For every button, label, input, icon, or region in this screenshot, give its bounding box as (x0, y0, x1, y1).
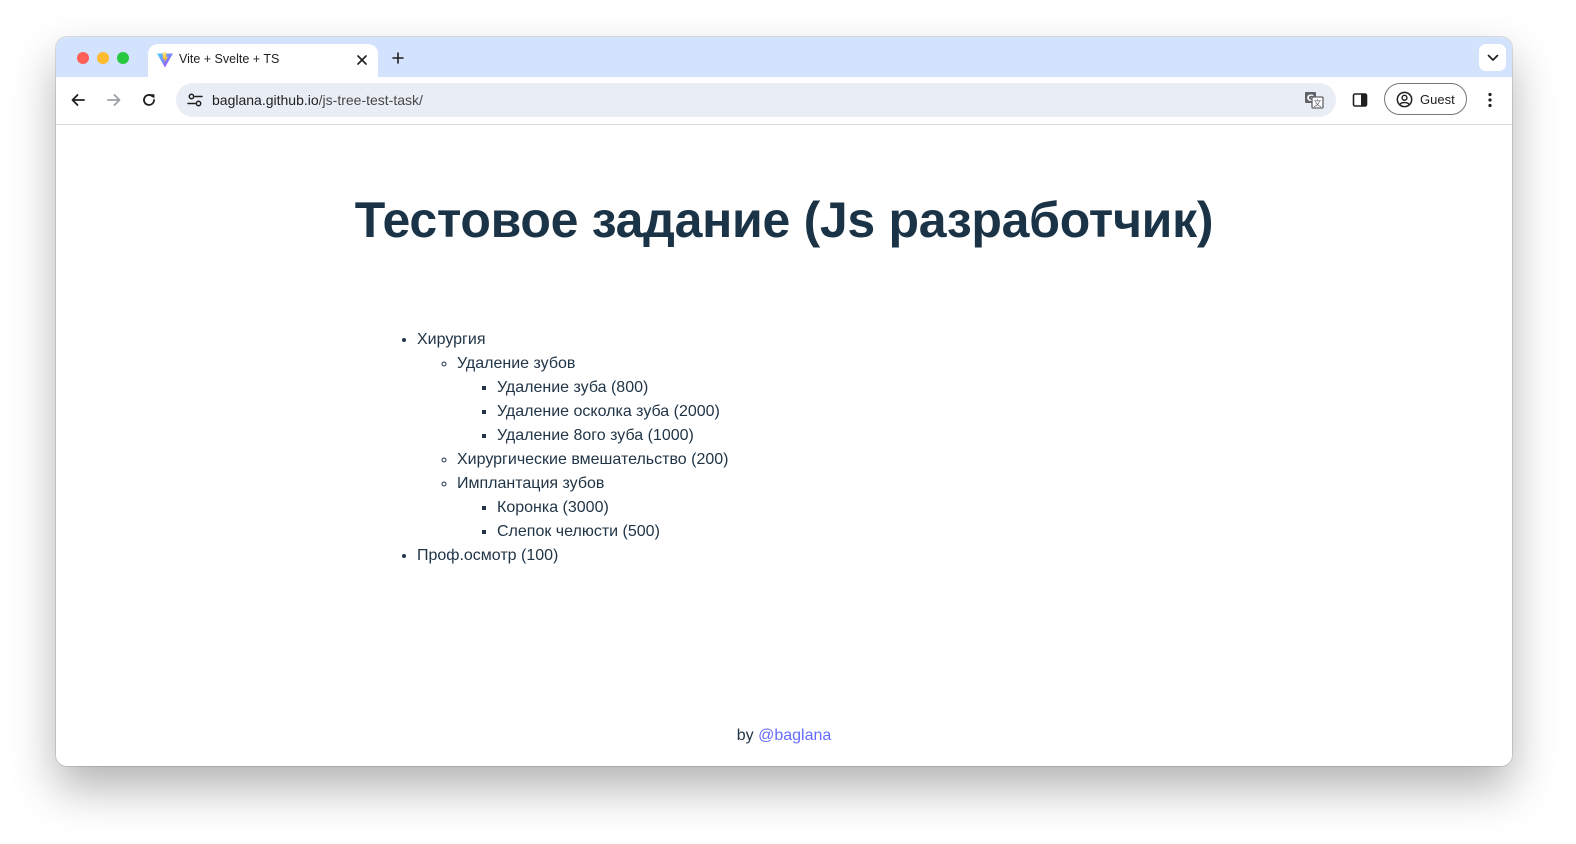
tree-item-label: Удаление осколка зуба (2000) (497, 403, 720, 420)
vite-logo-icon (157, 52, 173, 68)
kebab-menu-icon (1488, 92, 1492, 108)
window-minimize-button[interactable] (97, 52, 109, 64)
plus-icon (392, 52, 404, 64)
profile-button[interactable]: Guest (1384, 83, 1467, 115)
reload-icon (143, 94, 155, 106)
chevron-down-icon (1487, 54, 1498, 61)
back-arrow-icon (71, 94, 85, 106)
tune-icon (187, 93, 203, 107)
page-content: Тестовое задание (Js разработчик) Хирург… (56, 125, 1512, 766)
tree-item-label: Хирургические вмешательство (200) (457, 451, 729, 468)
tree-item-implantation: Имплантация зубов Коронка (3000) Слепок … (457, 472, 728, 544)
url-path: /js-tree-test-task/ (318, 92, 423, 108)
reload-button[interactable] (136, 87, 162, 113)
forward-arrow-icon (107, 94, 121, 106)
tree-item-leaf: Слепок челюсти (500) (497, 520, 728, 544)
tree-item-label: Удаление 8ого зуба (1000) (497, 427, 694, 444)
profile-label: Guest (1420, 92, 1455, 107)
tab-search-button[interactable] (1479, 44, 1506, 71)
tree-item-label: Коронка (3000) (497, 499, 609, 516)
close-icon (357, 55, 367, 65)
account-circle-icon (1396, 91, 1413, 108)
tree-item-label: Удаление зубов (457, 355, 576, 372)
tree-sublist: Удаление зуба (800) Удаление осколка зуб… (457, 376, 728, 448)
forward-button[interactable] (101, 87, 127, 113)
tab-strip: Vite + Svelte + TS (56, 37, 1512, 77)
url-text[interactable]: baglana.github.io/js-tree-test-task/ (212, 92, 423, 108)
new-tab-button[interactable] (386, 46, 410, 70)
tree-item-label: Хирургия (417, 331, 486, 348)
site-info-button[interactable] (182, 87, 208, 113)
side-panel-button[interactable] (1348, 88, 1372, 112)
tree-item-label: Слепок челюсти (500) (497, 523, 660, 540)
browser-window: Vite + Svelte + TS baglana.github.io/js-… (56, 37, 1512, 766)
tree-sublist: Удаление зубов Удаление зуба (800) Удале… (417, 352, 728, 544)
svg-text:文: 文 (1314, 98, 1322, 108)
tree-sublist: Коронка (3000) Слепок челюсти (500) (457, 496, 728, 544)
author-link[interactable]: @baglana (758, 727, 831, 744)
page-title: Тестовое задание (Js разработчик) (354, 192, 1214, 248)
tree-item-label: Имплантация зубов (457, 475, 605, 492)
tree-item-tooth-removal: Удаление зубов Удаление зуба (800) Удале… (457, 352, 728, 448)
tree-item-surgical-intervention: Хирургические вмешательство (200) (457, 448, 728, 472)
footer-prefix: by (736, 727, 754, 744)
tree-item-surgery: Хирургия Удаление зубов Удаление зуба (8… (417, 328, 728, 544)
tree-item-leaf: Коронка (3000) (497, 496, 728, 520)
service-tree: Хирургия Удаление зубов Удаление зуба (8… (376, 328, 728, 568)
window-maximize-button[interactable] (117, 52, 129, 64)
tab-close-button[interactable] (352, 50, 372, 70)
side-panel-icon (1352, 93, 1368, 107)
tree-item-checkup: Проф.осмотр (100) (417, 544, 728, 568)
address-bar[interactable]: baglana.github.io/js-tree-test-task/ G 文 (176, 83, 1336, 117)
browser-tab[interactable]: Vite + Svelte + TS (148, 44, 378, 77)
tree-item-leaf: Удаление зуба (800) (497, 376, 728, 400)
translate-icon[interactable]: G 文 (1304, 90, 1324, 110)
browser-menu-button[interactable] (1478, 88, 1502, 112)
tab-title: Vite + Svelte + TS (179, 52, 280, 66)
tree-item-leaf: Удаление осколка зуба (2000) (497, 400, 728, 424)
tree-item-label: Проф.осмотр (100) (417, 547, 559, 564)
page-footer: by @baglana (56, 727, 1512, 745)
url-host: baglana.github.io (212, 92, 319, 108)
tree-item-label: Удаление зуба (800) (497, 379, 649, 396)
back-button[interactable] (65, 87, 91, 113)
browser-toolbar: baglana.github.io/js-tree-test-task/ G 文… (56, 77, 1512, 125)
window-close-button[interactable] (77, 52, 89, 64)
tree-item-leaf: Удаление 8ого зуба (1000) (497, 424, 728, 448)
